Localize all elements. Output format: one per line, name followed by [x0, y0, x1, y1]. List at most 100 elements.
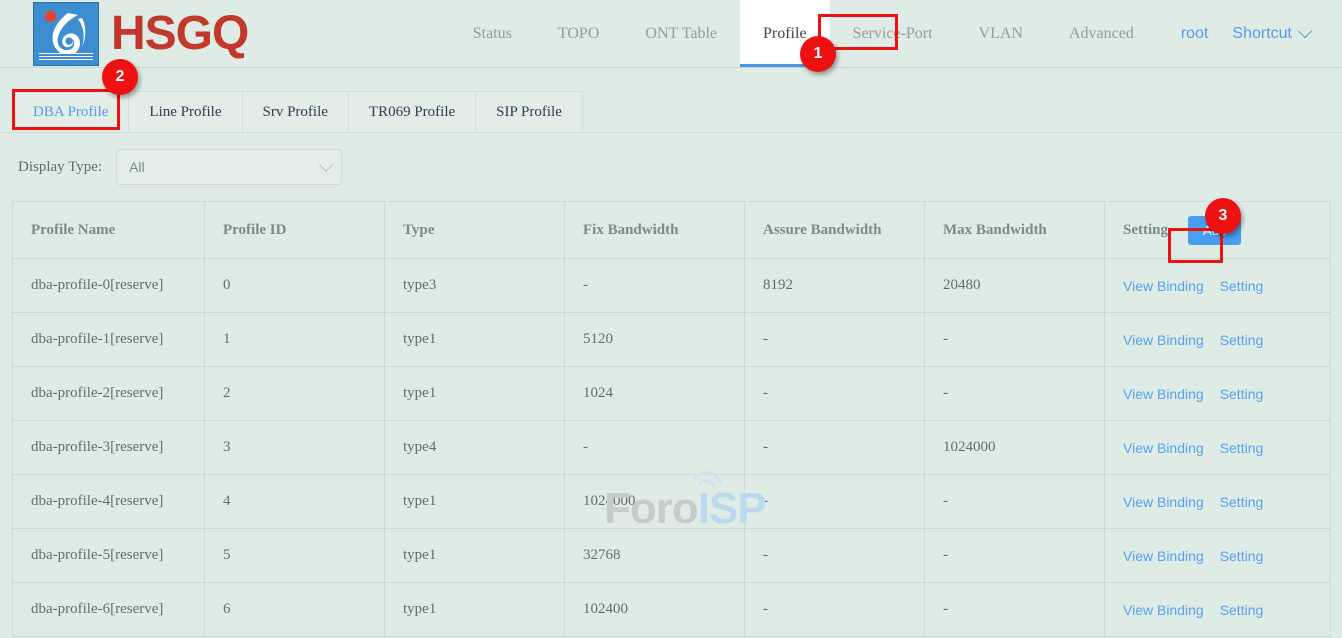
logo-red-dot-icon — [45, 11, 56, 22]
cell-setting: View Binding Setting — [1105, 475, 1331, 529]
table-row: dba-profile-6[reserve]6type1102400--View… — [13, 583, 1331, 637]
display-type-select[interactable]: All — [116, 149, 342, 185]
table-row: dba-profile-5[reserve]5type132768--View … — [13, 529, 1331, 583]
logo-stripes — [39, 53, 93, 61]
chevron-down-icon — [319, 158, 333, 172]
filter-bar: Display Type: All — [0, 133, 1342, 201]
cell-setting: View Binding Setting — [1105, 421, 1331, 475]
cell-type: type1 — [385, 583, 565, 637]
cell-profile-name: dba-profile-5[reserve] — [13, 529, 205, 583]
dba-profile-table-container: Profile Name Profile ID Type Fix Bandwid… — [12, 201, 1330, 637]
cell-assure-bandwidth: 8192 — [745, 259, 925, 313]
view-binding-link[interactable]: View Binding — [1123, 440, 1204, 456]
cell-type: type3 — [385, 259, 565, 313]
cell-fix-bandwidth: - — [565, 421, 745, 475]
cell-max-bandwidth: 1024000 — [925, 421, 1105, 475]
annotation-badge-2: 2 — [102, 59, 138, 95]
cell-fix-bandwidth: 32768 — [565, 529, 745, 583]
column-header-assure-bandwidth: Assure Bandwidth — [745, 202, 925, 259]
setting-link[interactable]: Setting — [1220, 332, 1264, 348]
view-binding-link[interactable]: View Binding — [1123, 602, 1204, 618]
cell-profile-id: 4 — [205, 475, 385, 529]
setting-link[interactable]: Setting — [1220, 278, 1264, 294]
cell-setting: View Binding Setting — [1105, 367, 1331, 421]
cell-max-bandwidth: 20480 — [925, 259, 1105, 313]
cell-assure-bandwidth: - — [745, 583, 925, 637]
cell-max-bandwidth: - — [925, 475, 1105, 529]
column-header-setting-label: Setting — [1123, 222, 1168, 239]
cell-fix-bandwidth: 1024 — [565, 367, 745, 421]
brand-logo: HSGQ — [33, 2, 248, 66]
cell-setting: View Binding Setting — [1105, 529, 1331, 583]
cell-profile-name: dba-profile-6[reserve] — [13, 583, 205, 637]
cell-profile-name: dba-profile-2[reserve] — [13, 367, 205, 421]
cell-fix-bandwidth: - — [565, 259, 745, 313]
cell-assure-bandwidth: - — [745, 529, 925, 583]
cell-type: type1 — [385, 529, 565, 583]
user-menu-root[interactable]: root — [1157, 0, 1217, 67]
cell-fix-bandwidth: 1024000 — [565, 475, 745, 529]
subtab-tr069-profile[interactable]: TR069 Profile — [348, 91, 475, 132]
column-header-profile-id: Profile ID — [205, 202, 385, 259]
shortcut-menu[interactable]: Shortcut — [1216, 0, 1320, 67]
table-row: dba-profile-1[reserve]1type15120--View B… — [13, 313, 1331, 367]
subtab-sip-profile[interactable]: SIP Profile — [475, 91, 583, 132]
nav-item-topo[interactable]: TOPO — [535, 0, 623, 67]
cell-profile-id: 0 — [205, 259, 385, 313]
cell-type: type1 — [385, 367, 565, 421]
column-header-type: Type — [385, 202, 565, 259]
annotation-badge-1: 1 — [800, 36, 836, 72]
setting-link[interactable]: Setting — [1220, 548, 1264, 564]
cell-assure-bandwidth: - — [745, 475, 925, 529]
cell-type: type4 — [385, 421, 565, 475]
hsgq-swoosh-logo-icon — [33, 2, 99, 66]
view-binding-link[interactable]: View Binding — [1123, 278, 1204, 294]
view-binding-link[interactable]: View Binding — [1123, 332, 1204, 348]
cell-profile-name: dba-profile-4[reserve] — [13, 475, 205, 529]
setting-link[interactable]: Setting — [1220, 602, 1264, 618]
cell-assure-bandwidth: - — [745, 421, 925, 475]
setting-link[interactable]: Setting — [1220, 494, 1264, 510]
nav-item-vlan[interactable]: VLAN — [956, 0, 1046, 67]
cell-fix-bandwidth: 102400 — [565, 583, 745, 637]
cell-assure-bandwidth: - — [745, 313, 925, 367]
cell-profile-id: 2 — [205, 367, 385, 421]
nav-item-status[interactable]: Status — [450, 0, 535, 67]
main-navigation: Status TOPO ONT Table Profile Service-Po… — [450, 0, 1320, 67]
brand-name: HSGQ — [111, 10, 248, 58]
cell-profile-name: dba-profile-0[reserve] — [13, 259, 205, 313]
view-binding-link[interactable]: View Binding — [1123, 548, 1204, 564]
nav-item-service-port[interactable]: Service-Port — [830, 0, 956, 67]
chevron-down-icon — [1298, 24, 1312, 38]
setting-link[interactable]: Setting — [1220, 440, 1264, 456]
table-row: dba-profile-3[reserve]3type4--1024000Vie… — [13, 421, 1331, 475]
cell-max-bandwidth: - — [925, 529, 1105, 583]
cell-setting: View Binding Setting — [1105, 583, 1331, 637]
subtab-dba-profile[interactable]: DBA Profile — [12, 91, 128, 132]
nav-item-advanced[interactable]: Advanced — [1046, 0, 1157, 67]
setting-link[interactable]: Setting — [1220, 386, 1264, 402]
cell-profile-id: 3 — [205, 421, 385, 475]
shortcut-label: Shortcut — [1232, 25, 1292, 43]
table-row: dba-profile-4[reserve]4type11024000--Vie… — [13, 475, 1331, 529]
table-body: dba-profile-0[reserve]0type3-819220480Vi… — [13, 259, 1331, 637]
view-binding-link[interactable]: View Binding — [1123, 494, 1204, 510]
display-type-label: Display Type: — [18, 159, 102, 176]
cell-type: type1 — [385, 475, 565, 529]
subtab-srv-profile[interactable]: Srv Profile — [242, 91, 348, 132]
nav-item-ont-table[interactable]: ONT Table — [622, 0, 740, 67]
cell-setting: View Binding Setting — [1105, 313, 1331, 367]
view-binding-link[interactable]: View Binding — [1123, 386, 1204, 402]
cell-profile-name: dba-profile-3[reserve] — [13, 421, 205, 475]
display-type-value: All — [129, 159, 319, 175]
cell-profile-name: dba-profile-1[reserve] — [13, 313, 205, 367]
cell-type: type1 — [385, 313, 565, 367]
column-header-max-bandwidth: Max Bandwidth — [925, 202, 1105, 259]
cell-max-bandwidth: - — [925, 313, 1105, 367]
app-header: HSGQ Status TOPO ONT Table Profile Servi… — [0, 0, 1342, 68]
cell-profile-id: 1 — [205, 313, 385, 367]
cell-max-bandwidth: - — [925, 367, 1105, 421]
annotation-badge-3: 3 — [1205, 198, 1241, 234]
profile-subtab-bar: DBA Profile Line Profile Srv Profile TR0… — [0, 68, 1342, 133]
subtab-line-profile[interactable]: Line Profile — [128, 91, 241, 132]
